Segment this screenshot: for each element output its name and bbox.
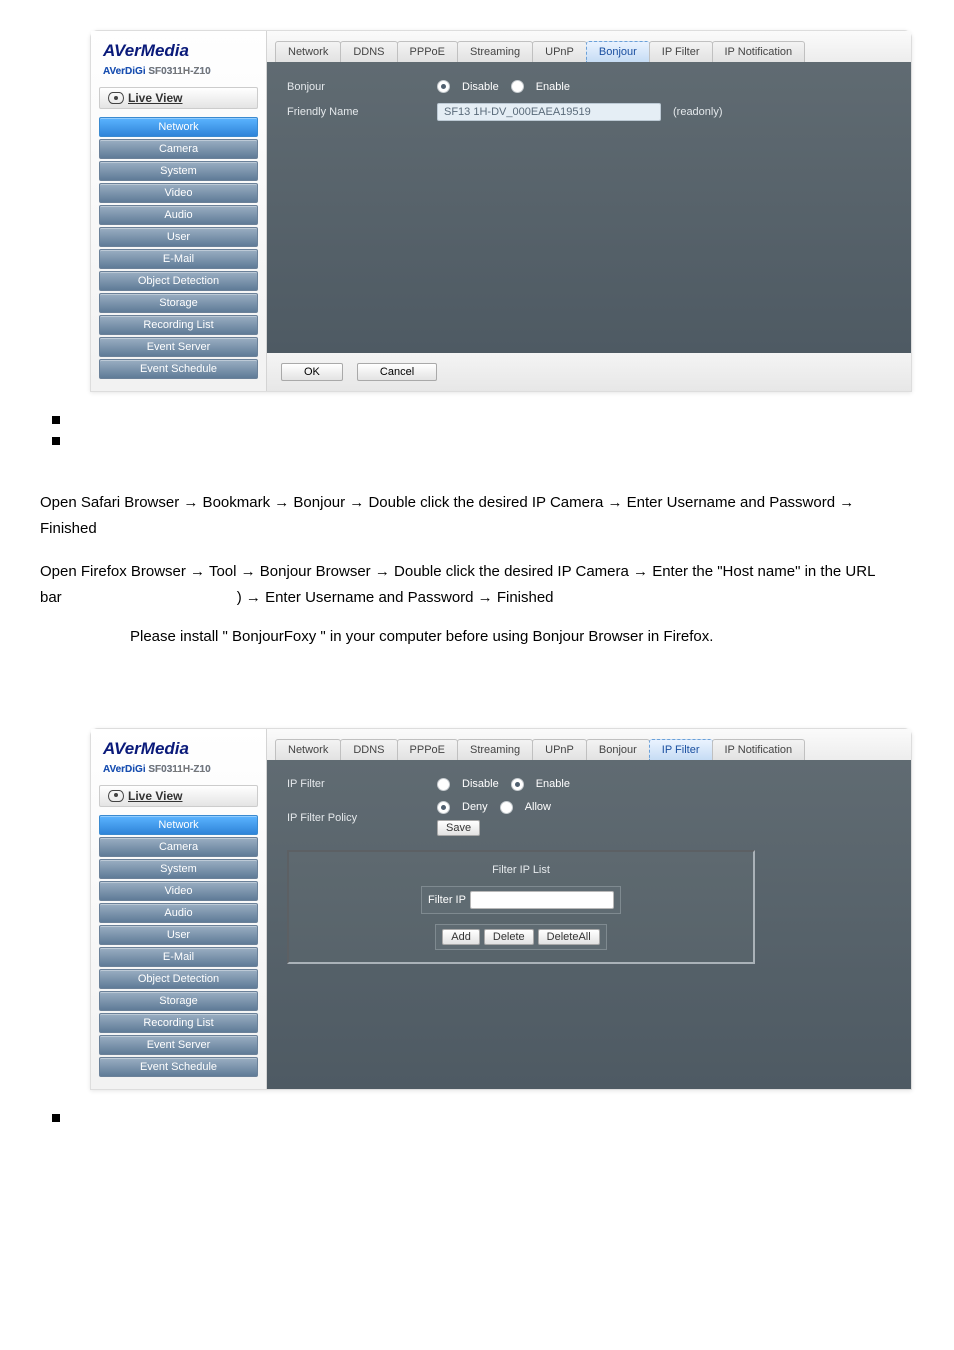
- bonjour-panel: Bonjour Disable Enable Friendly Name SF1…: [267, 62, 911, 353]
- note-block: Please install " BonjourFoxy " in your c…: [78, 624, 894, 650]
- sidebar-item-system[interactable]: System: [99, 161, 258, 181]
- friendly-name-input: SF13 1H-DV_000EAEA19519: [437, 103, 661, 121]
- live-view-button[interactable]: Live View: [99, 87, 258, 109]
- add-button[interactable]: Add: [442, 929, 480, 945]
- tab-streaming[interactable]: Streaming: [457, 41, 533, 62]
- sidebar-item-event-schedule[interactable]: Event Schedule: [99, 359, 258, 379]
- tab2-network[interactable]: Network: [275, 739, 341, 760]
- tab2-streaming[interactable]: Streaming: [457, 739, 533, 760]
- sidebar-item-network[interactable]: Network: [99, 117, 258, 137]
- sidebar-item-storage[interactable]: Storage: [99, 293, 258, 313]
- brand-name-2: AVerMedia: [103, 739, 254, 759]
- tab2-ipfilter[interactable]: IP Filter: [649, 739, 713, 760]
- tab-upnp[interactable]: UPnP: [532, 41, 587, 62]
- sidebar2-item-recording-list[interactable]: Recording List: [99, 1013, 258, 1033]
- brand-subline-2: AVerDiGi SF0311H-Z10: [103, 764, 211, 775]
- sidebar-item-event-server[interactable]: Event Server: [99, 337, 258, 357]
- ipfilter-policy-label: IP Filter Policy: [287, 812, 397, 824]
- sidebar2-item-network[interactable]: Network: [99, 815, 258, 835]
- ipfilter-panel: IP Filter Disable Enable IP Filter Polic…: [267, 760, 911, 1089]
- ipfilter-screenshot: AVerMedia AVerDiGi SF0311H-Z10 Live View…: [90, 728, 912, 1090]
- sidebar-item-user[interactable]: User: [99, 227, 258, 247]
- tab-bonjour[interactable]: Bonjour: [586, 41, 650, 62]
- ipfilter-deny-radio[interactable]: [437, 801, 450, 814]
- tab-ipfilter[interactable]: IP Filter: [649, 41, 713, 62]
- sidebar2-item-object-detection[interactable]: Object Detection: [99, 969, 258, 989]
- bonjour-disable-radio[interactable]: [437, 80, 450, 93]
- sidebar2-item-event-schedule[interactable]: Event Schedule: [99, 1057, 258, 1077]
- friendly-name-label: Friendly Name: [287, 106, 397, 118]
- ipfilter-allow-radio[interactable]: [500, 801, 513, 814]
- tab-pppoe[interactable]: PPPoE: [397, 41, 458, 62]
- panel-footer: OK Cancel: [267, 353, 911, 391]
- sidebar: AVerMedia AVerDiGi SF0311H-Z10 Live View…: [91, 31, 267, 391]
- tab2-ddns[interactable]: DDNS: [340, 739, 397, 760]
- live-view-button-2[interactable]: Live View: [99, 785, 258, 807]
- sidebar-2: AVerMedia AVerDiGi SF0311H-Z10 Live View…: [91, 729, 267, 1089]
- ok-button[interactable]: OK: [281, 363, 343, 381]
- sidebar2-item-user[interactable]: User: [99, 925, 258, 945]
- filter-ip-input[interactable]: [470, 891, 614, 909]
- tab2-ipnotification[interactable]: IP Notification: [712, 739, 806, 760]
- filter-ip-label: Filter IP: [428, 894, 466, 906]
- bonjour-screenshot: AVerMedia AVerDiGi SF0311H-Z10 Live View…: [90, 30, 912, 392]
- sidebar-item-camera[interactable]: Camera: [99, 139, 258, 159]
- tab-ipnotification[interactable]: IP Notification: [712, 41, 806, 62]
- sidebar2-item-camera[interactable]: Camera: [99, 837, 258, 857]
- sidebar-item-recording-list[interactable]: Recording List: [99, 315, 258, 335]
- friendly-bullet: [40, 433, 914, 448]
- sidebar2-item-audio[interactable]: Audio: [99, 903, 258, 923]
- delete-button[interactable]: Delete: [484, 929, 534, 945]
- tab2-pppoe[interactable]: PPPoE: [397, 739, 458, 760]
- enable-label: Enable: [536, 81, 570, 93]
- save-button[interactable]: Save: [437, 820, 480, 836]
- sidebar2-item-email[interactable]: E-Mail: [99, 947, 258, 967]
- safari-text: Open Safari Browser → Bookmark → Bonjour…: [40, 490, 894, 541]
- ipfilter-enable-radio[interactable]: [511, 778, 524, 791]
- filter-list-title: Filter IP List: [301, 864, 741, 876]
- bonjour-bullet: [40, 412, 914, 427]
- readonly-note: (readonly): [673, 106, 723, 118]
- filter-ip-list-box: Filter IP List Filter IP Add Delete Dele…: [287, 850, 755, 964]
- brand: AVerMedia AVerDiGi SF0311H-Z10: [91, 31, 266, 83]
- sidebar-item-audio[interactable]: Audio: [99, 205, 258, 225]
- sidebar2-item-system[interactable]: System: [99, 859, 258, 879]
- tab2-upnp[interactable]: UPnP: [532, 739, 587, 760]
- bonjour-field-label: Bonjour: [287, 81, 397, 93]
- eye-icon-2: [108, 790, 124, 802]
- cancel-button[interactable]: Cancel: [357, 363, 437, 381]
- tab-ddns[interactable]: DDNS: [340, 41, 397, 62]
- sidebar-item-object-detection[interactable]: Object Detection: [99, 271, 258, 291]
- note-text: Please install " BonjourFoxy " in your c…: [130, 624, 713, 650]
- firefox-text: Open Firefox Browser → Tool → Bonjour Br…: [40, 559, 894, 610]
- sidebar-item-video[interactable]: Video: [99, 183, 258, 203]
- sidebar-item-email[interactable]: E-Mail: [99, 249, 258, 269]
- ipfilter-disable-radio[interactable]: [437, 778, 450, 791]
- delete-all-button[interactable]: DeleteAll: [538, 929, 600, 945]
- sidebar2-item-video[interactable]: Video: [99, 881, 258, 901]
- bonjour-enable-radio[interactable]: [511, 80, 524, 93]
- sidebar2-item-storage[interactable]: Storage: [99, 991, 258, 1011]
- ipfilter-field-label: IP Filter: [287, 778, 397, 790]
- ipfilter-bullet: [40, 1110, 914, 1125]
- tab-strip: Network DDNS PPPoE Streaming UPnP Bonjou…: [267, 31, 911, 62]
- disable-label: Disable: [462, 81, 499, 93]
- eye-icon: [108, 92, 124, 104]
- sidebar2-item-event-server[interactable]: Event Server: [99, 1035, 258, 1055]
- brand-name: AVerMedia: [103, 41, 254, 61]
- tab-network[interactable]: Network: [275, 41, 341, 62]
- tab-strip-2: Network DDNS PPPoE Streaming UPnP Bonjou…: [267, 729, 911, 760]
- brand-subline: AVerDiGi SF0311H-Z10: [103, 66, 211, 77]
- brand-2: AVerMedia AVerDiGi SF0311H-Z10: [91, 729, 266, 781]
- tab2-bonjour[interactable]: Bonjour: [586, 739, 650, 760]
